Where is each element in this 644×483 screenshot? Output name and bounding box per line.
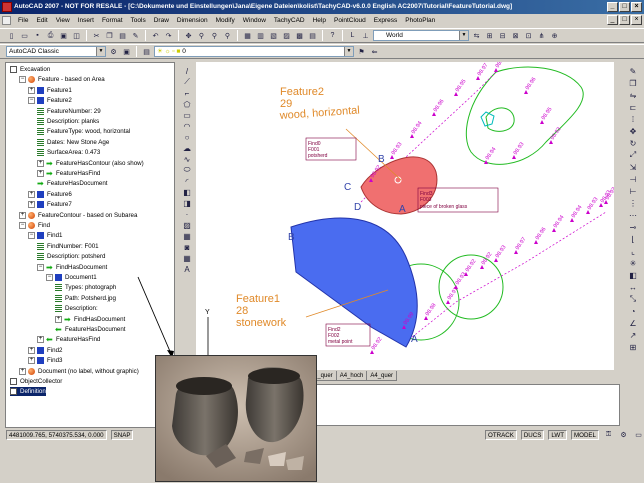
- potsherd-photo-svg: [156, 356, 316, 481]
- potsherd-photo: [155, 355, 317, 482]
- document-link-arrow-layer: [137, 276, 174, 358]
- document-link-arrow: [137, 276, 173, 357]
